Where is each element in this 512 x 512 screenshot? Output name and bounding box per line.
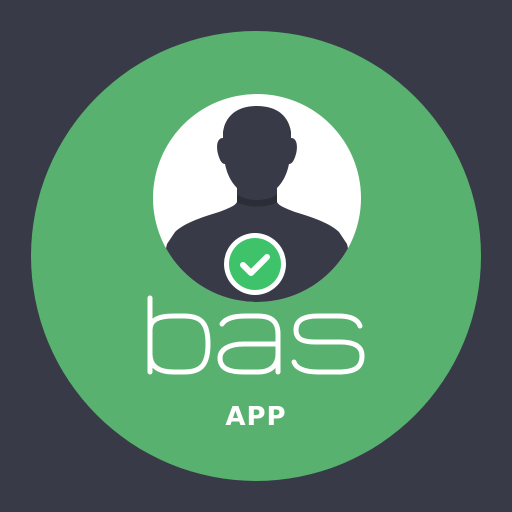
app-label: APP (225, 402, 287, 432)
verified-badge (224, 233, 286, 295)
app-icon: bas APP (0, 0, 512, 512)
checkmark-icon (240, 254, 270, 276)
wordmark-bas: bas (147, 295, 365, 375)
